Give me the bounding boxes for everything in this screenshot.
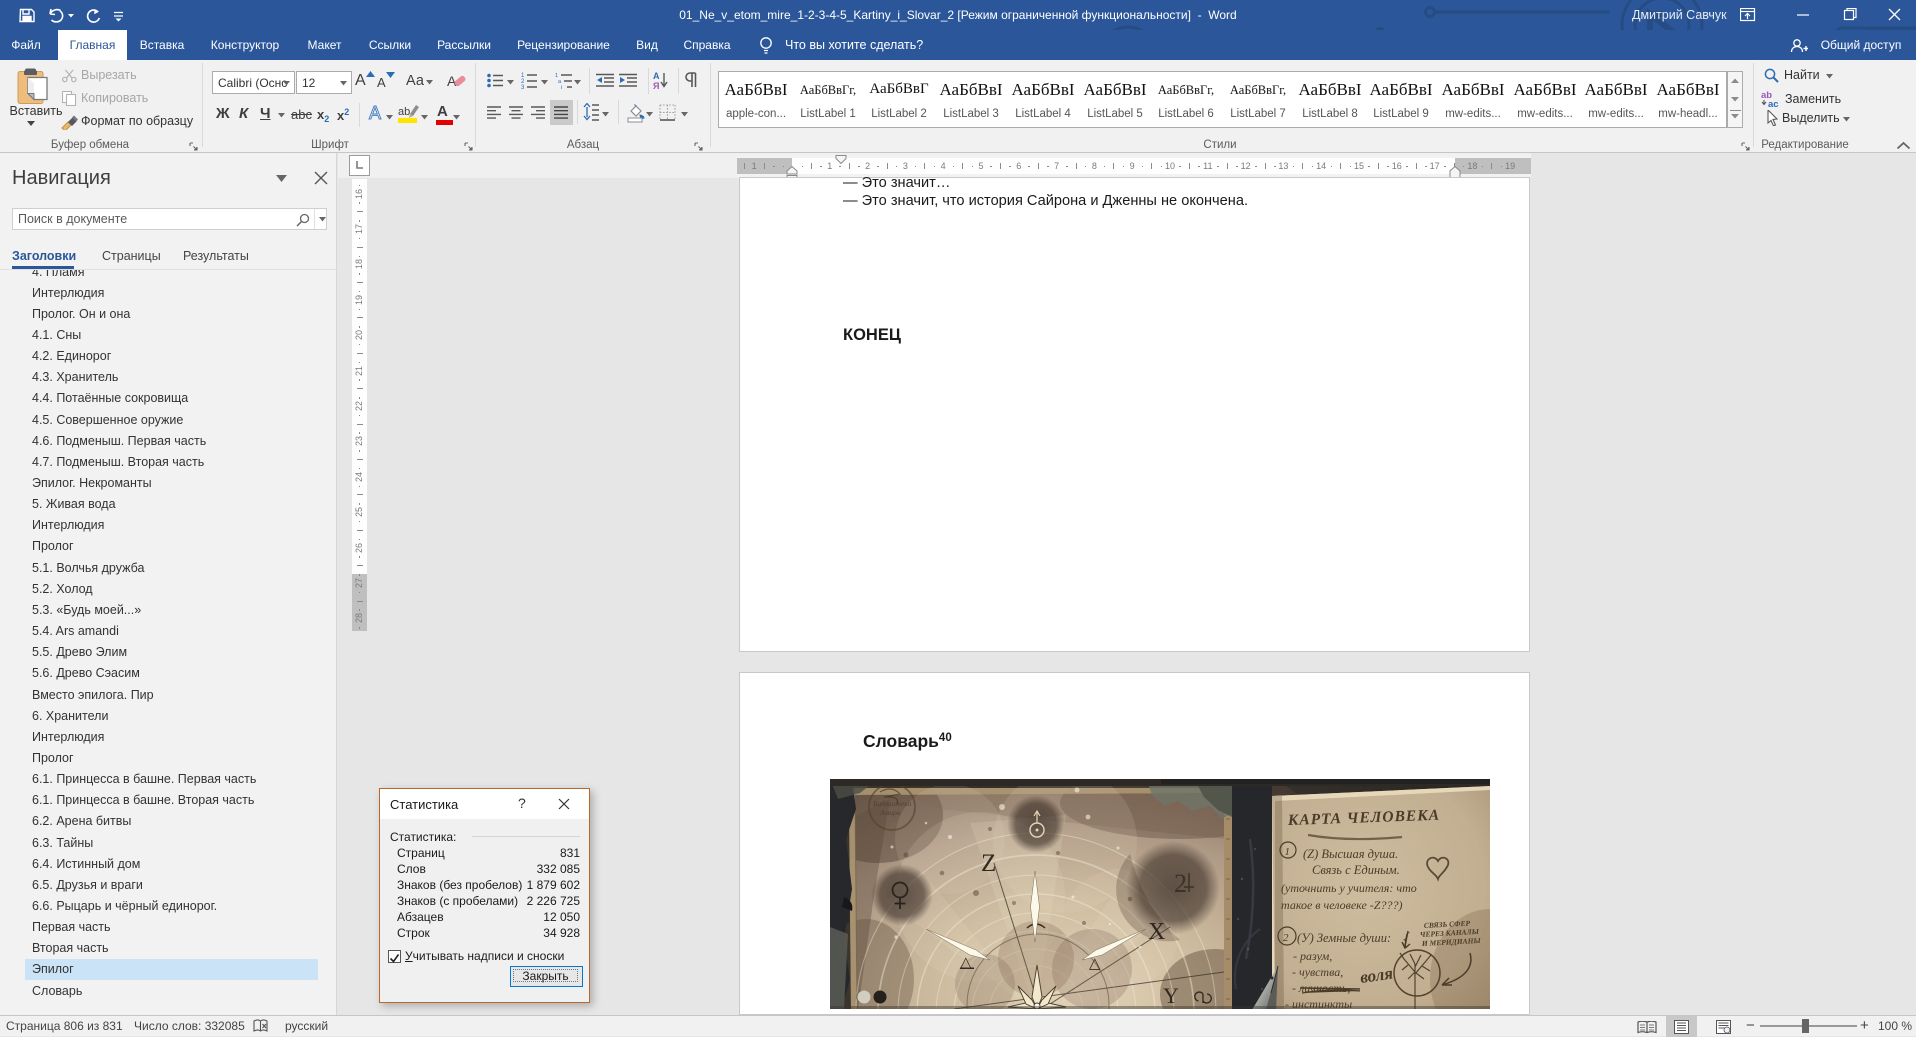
svg-text:X: X [1148,919,1165,945]
svg-text:Библиотека: Библиотека [872,799,912,808]
svg-text:(У) Земные души:: (У) Земные души: [1297,931,1391,945]
svg-text:(Z) Высшая душа.: (Z) Высшая душа. [1303,847,1398,861]
svg-text:Я: Я [653,81,659,90]
svg-text:3: 3 [521,85,525,89]
svg-text:Y: Y [1163,983,1179,1008]
svg-text:такое в человеке -Z???): такое в человеке -Z???) [1281,898,1402,912]
svg-text:А: А [653,71,660,81]
svg-text:Амира: Амира [879,808,901,817]
svg-text:1: 1 [1285,846,1291,858]
svg-text:ac: ac [1768,99,1779,108]
svg-text:- разум,: - разум, [1293,949,1332,963]
svg-text:△: △ [1089,956,1101,972]
svg-text:ab: ab [398,106,410,118]
svg-text:i: i [561,85,562,89]
svg-text:(уточнить у учителя: что: (уточнить у учителя: что [1281,881,1417,895]
svg-text:2: 2 [1283,932,1289,944]
svg-text:Z: Z [981,850,996,877]
svg-text:- чувства,: - чувства, [1292,965,1343,979]
svg-text:Связь с Единым.: Связь с Единым. [1312,863,1400,877]
svg-text:2: 2 [1174,869,1187,898]
